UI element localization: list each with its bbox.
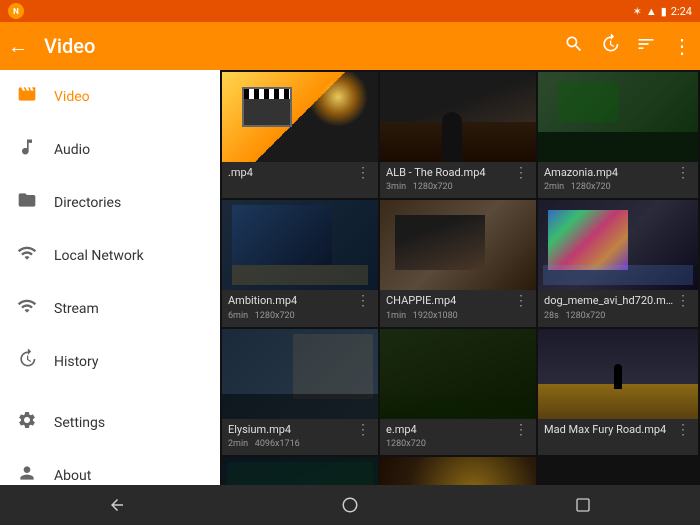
sidebar-item-about[interactable]: About [0,449,220,502]
list-item[interactable]: dog_meme_avi_hd720.mp4 28s 1280x720 ⋮ [538,200,698,326]
video-details: 2min 1280x720 [544,182,674,192]
status-bar-left: N [8,3,24,19]
video-name: .mp4 [228,166,354,180]
list-item[interactable]: Elysium.mp4 2min 4096x1716 ⋮ [222,329,378,455]
toolbar: ← Video ⋮ [0,22,700,70]
directories-label: Directories [54,195,121,211]
audio-icon [16,137,38,162]
wifi-icon: ▲ [646,5,657,18]
filter-button[interactable] [636,34,656,59]
back-button[interactable]: ← [8,34,28,59]
video-details: 28s 1280x720 [544,311,674,321]
list-item[interactable]: Ambition.mp4 6min 1280x720 ⋮ [222,200,378,326]
video-content: .mp4 ⋮ ALB - The Road.mp4 3min 1280x720 [220,70,700,485]
video-details: 2min 4096x1716 [228,439,354,449]
video-more-button[interactable]: ⋮ [354,294,372,308]
battery-icon: ▮ [661,5,667,18]
video-more-button[interactable]: ⋮ [354,423,372,437]
video-more-button[interactable]: ⋮ [674,294,692,308]
video-more-button[interactable]: ⋮ [512,423,530,437]
video-name: ALB - The Road.mp4 [386,166,512,180]
video-name: e.mp4 [386,423,512,437]
sidebar-item-settings[interactable]: Settings [0,396,220,449]
list-item[interactable]: Mad Max Fury Road.mp4 ⋮ [538,329,698,455]
page-title: Video [44,34,552,58]
status-bar: N ✶ ▲ ▮ 2:24 [0,0,700,22]
video-name: Ambition.mp4 [228,294,354,308]
recent-nav-button[interactable] [563,485,603,525]
toolbar-actions: ⋮ [564,34,692,59]
video-details: 3min 1280x720 [386,182,512,192]
sidebar-item-local-network[interactable]: Local Network [0,229,220,282]
bluetooth-icon: ✶ [633,5,642,18]
stream-icon [16,296,38,321]
video-more-button[interactable]: ⋮ [674,166,692,180]
history-icon [16,349,38,374]
folder-icon [16,190,38,215]
history-label: History [54,354,99,370]
recent-button[interactable] [600,34,620,59]
settings-label: Settings [54,415,105,431]
settings-icon [16,410,38,435]
list-item[interactable]: CHAPPIE.mp4 1min 1920x1080 ⋮ [380,200,536,326]
list-item[interactable]: .mp4 ⋮ [222,72,378,198]
video-details: 1min 1920x1080 [386,311,512,321]
sidebar-item-stream[interactable]: Stream [0,282,220,335]
list-item[interactable]: e.mp4 1280x720 ⋮ [380,329,536,455]
about-label: About [54,468,91,484]
video-more-button[interactable]: ⋮ [674,423,692,437]
video-icon [16,84,38,109]
more-button[interactable]: ⋮ [672,34,692,58]
list-item[interactable]: ALB - The Road.mp4 3min 1280x720 ⋮ [380,72,536,198]
network-icon [16,243,38,268]
list-item[interactable]: Amazonia.mp4 2min 1280x720 ⋮ [538,72,698,198]
video-grid: .mp4 ⋮ ALB - The Road.mp4 3min 1280x720 [220,70,700,485]
sidebar-item-audio[interactable]: Audio [0,123,220,176]
video-name: Amazonia.mp4 [544,166,674,180]
main-layout: Video Audio Directories [0,70,700,485]
audio-label: Audio [54,142,90,158]
time: 2:24 [671,5,692,18]
sidebar-item-history[interactable]: History [0,335,220,388]
sidebar-item-video[interactable]: Video [0,70,220,123]
video-name: CHAPPIE.mp4 [386,294,512,308]
video-more-button[interactable]: ⋮ [512,166,530,180]
stream-label: Stream [54,301,99,317]
video-name: dog_meme_avi_hd720.mp4 [544,294,674,308]
home-nav-button[interactable] [330,485,370,525]
video-more-button[interactable]: ⋮ [354,166,372,180]
video-name: Elysium.mp4 [228,423,354,437]
sidebar-item-directories[interactable]: Directories [0,176,220,229]
video-more-button[interactable]: ⋮ [512,294,530,308]
search-button[interactable] [564,34,584,59]
status-bar-right: ✶ ▲ ▮ 2:24 [633,5,692,18]
list-item[interactable]: Oggy et les Cafards - 00 ⋮ [380,457,536,485]
video-details: 1280x720 [386,439,512,449]
video-name: Mad Max Fury Road.mp4 [544,423,674,437]
local-network-label: Local Network [54,248,144,264]
video-label: Video [54,89,90,105]
list-item[interactable]: Offscreen Colonies.mp4 ⋮ [222,457,378,485]
video-details: 6min 1280x720 [228,311,354,321]
vlc-logo: N [8,3,24,19]
about-icon [16,463,38,488]
nav-drawer: Video Audio Directories [0,70,220,485]
